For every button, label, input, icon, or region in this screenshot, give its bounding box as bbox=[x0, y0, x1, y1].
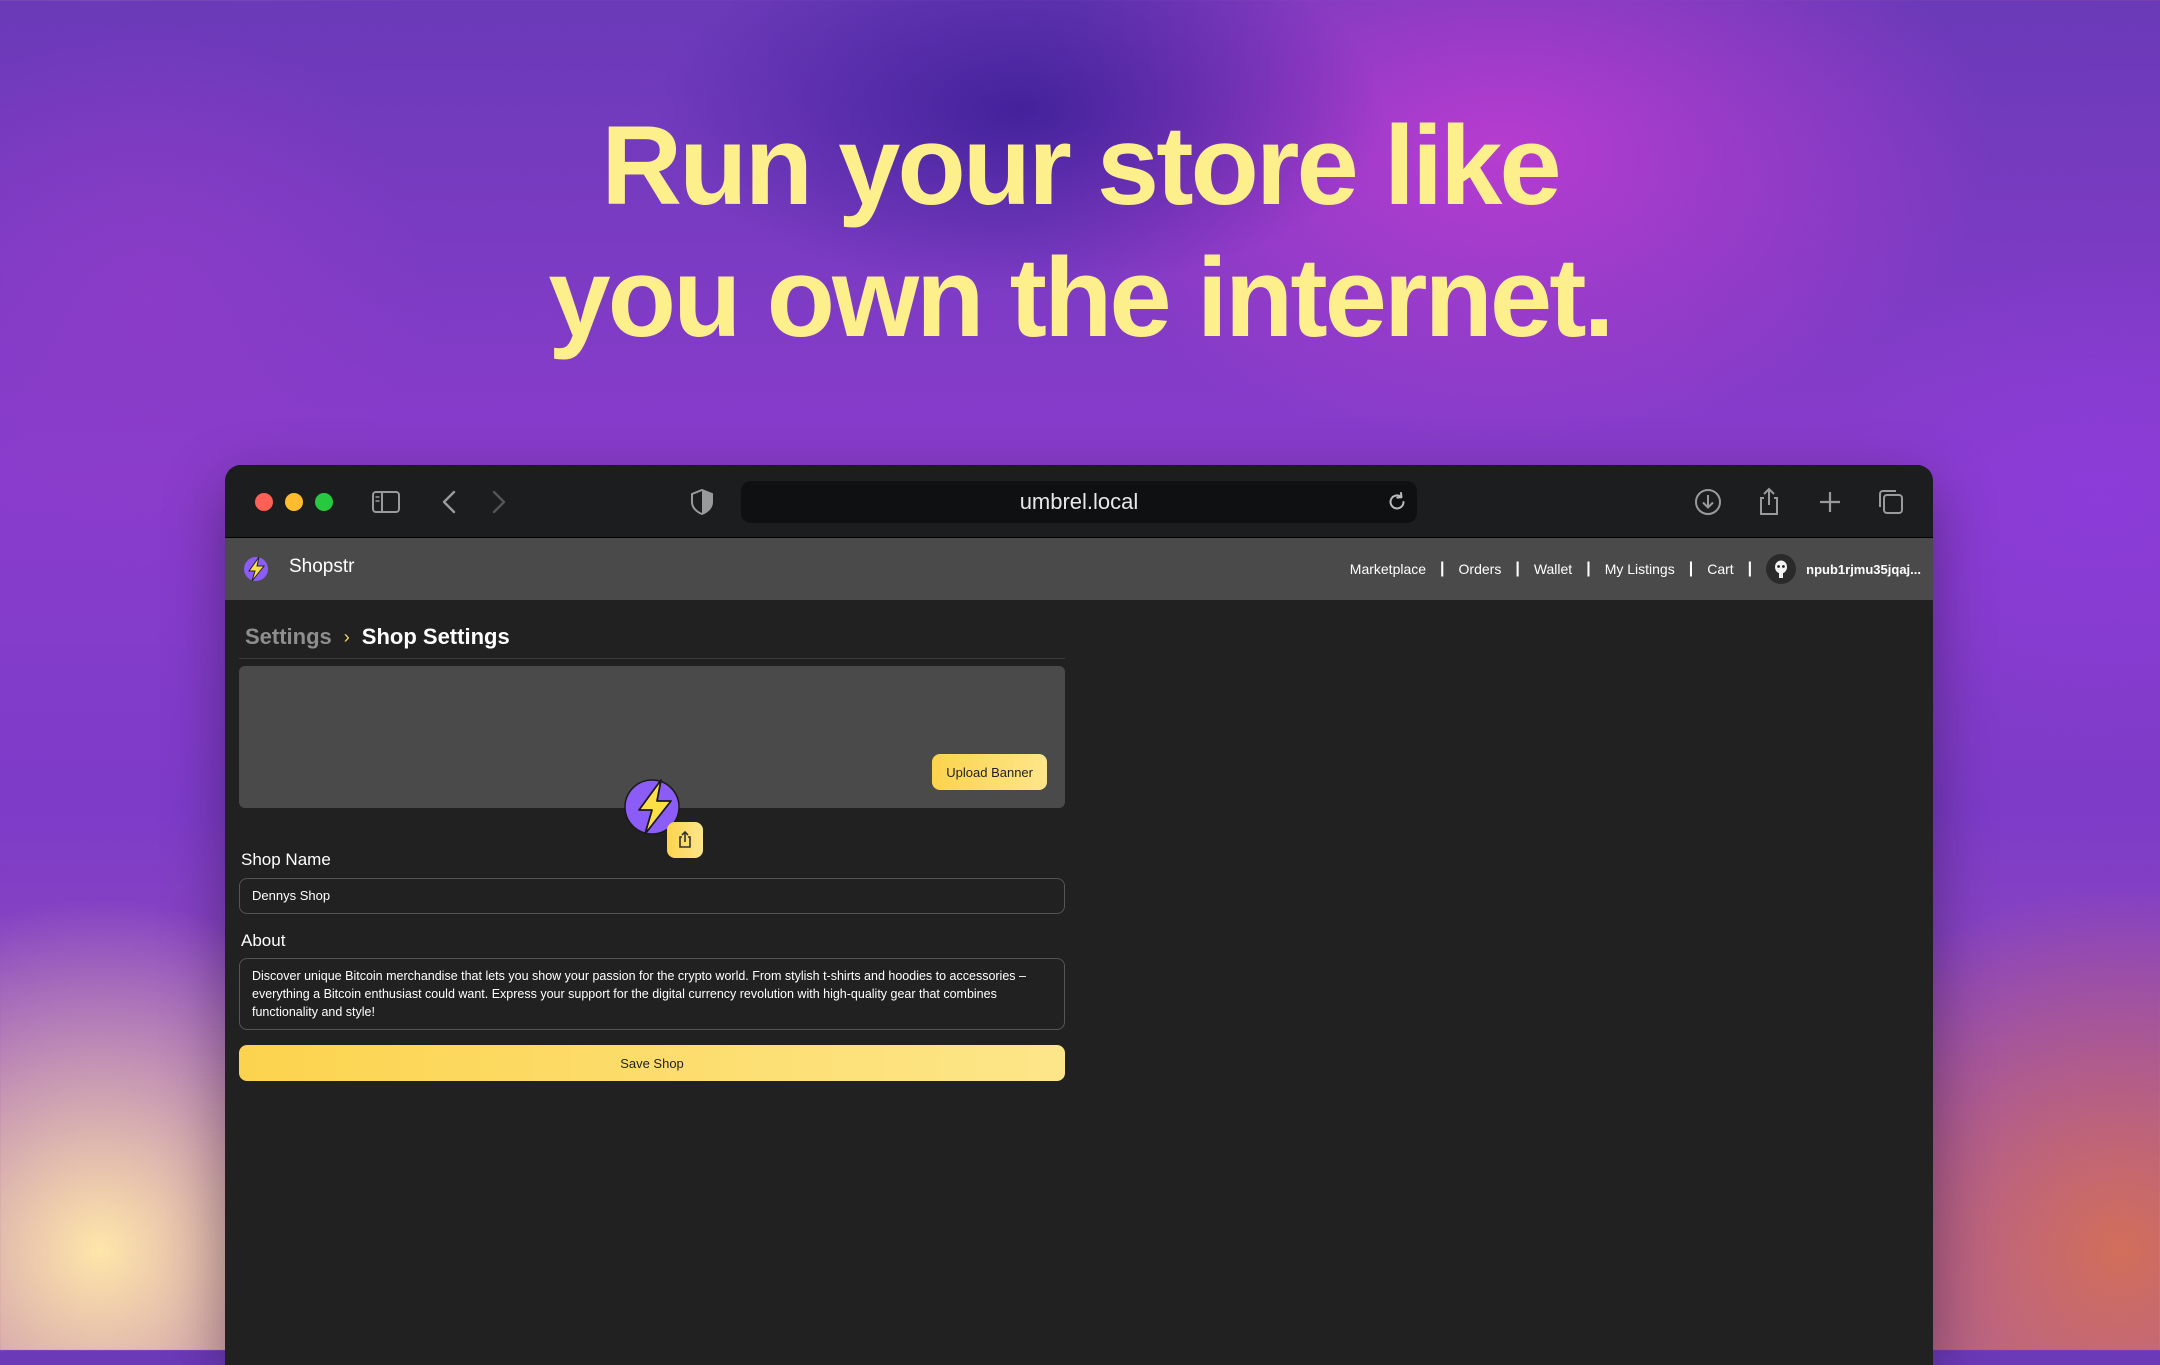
nav-separator: | bbox=[1440, 560, 1445, 577]
tabs-overview-icon[interactable] bbox=[1874, 485, 1908, 519]
back-icon[interactable] bbox=[433, 485, 467, 519]
nav-separator: | bbox=[1586, 560, 1591, 577]
upload-banner-button[interactable]: Upload Banner bbox=[932, 754, 1047, 790]
reload-icon[interactable] bbox=[1385, 490, 1409, 514]
share-icon[interactable] bbox=[1752, 485, 1786, 519]
address-bar[interactable]: umbrel.local bbox=[741, 481, 1417, 523]
download-icon[interactable] bbox=[1691, 485, 1725, 519]
nav-separator: | bbox=[1688, 560, 1694, 577]
forward-icon[interactable] bbox=[481, 485, 515, 519]
sidebar-icon[interactable] bbox=[369, 485, 403, 519]
nav-marketplace[interactable]: Marketplace bbox=[1350, 561, 1426, 577]
about-field[interactable]: Discover unique Bitcoin merchandise that… bbox=[239, 958, 1065, 1030]
shield-icon[interactable] bbox=[685, 485, 719, 519]
url-text: umbrel.local bbox=[1019, 489, 1139, 514]
save-shop-button[interactable]: Save Shop bbox=[239, 1045, 1065, 1081]
nav-separator: | bbox=[1747, 560, 1753, 577]
about-label: About bbox=[241, 931, 286, 950]
nav-orders[interactable]: Orders bbox=[1459, 561, 1502, 577]
nav-my-listings[interactable]: My Listings bbox=[1605, 561, 1675, 577]
nav-wallet[interactable]: Wallet bbox=[1534, 561, 1572, 577]
page-title: Shop Settings bbox=[361, 624, 510, 649]
divider bbox=[239, 658, 1065, 659]
headline: Run your store like you own the internet… bbox=[0, 100, 2160, 364]
headline-line-2: you own the internet. bbox=[548, 235, 1614, 360]
new-tab-icon[interactable] bbox=[1813, 485, 1847, 519]
shop-name-label: Shop Name bbox=[241, 850, 331, 869]
minimize-window-button[interactable] bbox=[285, 493, 303, 511]
breadcrumb-settings[interactable]: Settings bbox=[245, 624, 332, 650]
shopstr-logo-icon[interactable] bbox=[241, 554, 271, 584]
brand-name[interactable]: Shopstr bbox=[289, 556, 354, 578]
browser-window: umbrel.local Shopstr Marketplace | Order… bbox=[225, 465, 1933, 1365]
upload-logo-button[interactable] bbox=[667, 822, 703, 858]
nav-separator: | bbox=[1515, 560, 1520, 577]
breadcrumb: Settings › Shop Settings bbox=[245, 624, 510, 650]
avatar-icon bbox=[1775, 560, 1788, 578]
user-npub[interactable]: npub1rjmu35jqaj... bbox=[1806, 562, 1921, 577]
avatar[interactable] bbox=[1766, 554, 1797, 584]
nav-links: Marketplace | Orders | Wallet | My Listi… bbox=[1350, 538, 1921, 600]
shop-settings-page: Settings › Shop Settings Upload Banner S… bbox=[225, 600, 1933, 1365]
headline-line-1: Run your store like bbox=[601, 103, 1561, 228]
chevron-right-icon: › bbox=[343, 626, 350, 647]
nav-cart[interactable]: Cart bbox=[1707, 561, 1733, 577]
shop-name-field[interactable]: Dennys Shop bbox=[239, 878, 1065, 914]
app-navbar: Shopstr Marketplace | Orders | Wallet | … bbox=[225, 538, 1933, 600]
upload-icon bbox=[679, 830, 691, 848]
browser-toolbar: umbrel.local bbox=[225, 465, 1933, 538]
maximize-window-button[interactable] bbox=[315, 493, 333, 511]
close-window-button[interactable] bbox=[255, 493, 273, 511]
